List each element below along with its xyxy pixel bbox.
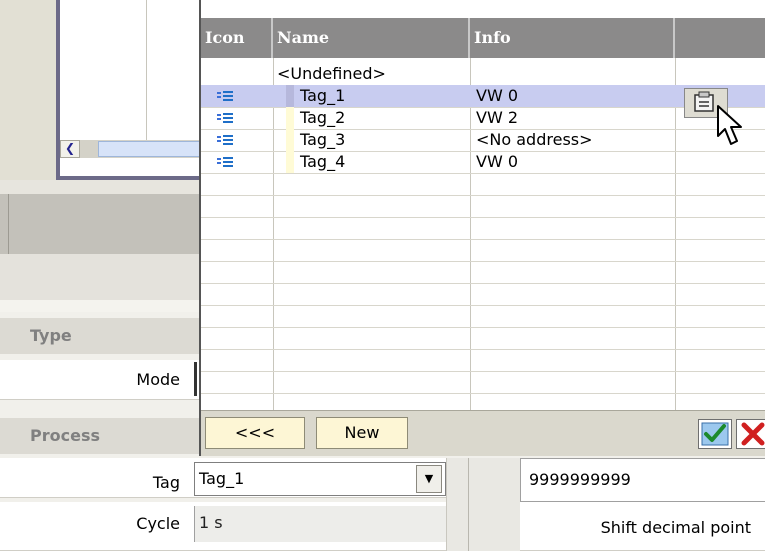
scrollbar-thumb[interactable] [98, 141, 200, 157]
panel-divider [8, 194, 9, 254]
new-tag-button[interactable]: New [316, 417, 408, 449]
tag-info: VW 2 [476, 108, 519, 127]
tag-name[interactable]: Tag_3 [300, 129, 345, 151]
cancel-button[interactable] [736, 419, 765, 449]
name-marker [286, 129, 294, 151]
close-icon [741, 422, 765, 446]
name-marker [286, 107, 294, 129]
panel-band [0, 194, 200, 254]
mode-field-edge[interactable] [194, 362, 197, 396]
mouse-cursor-icon [717, 105, 742, 145]
property-gutter [446, 458, 520, 551]
popup-top-edge [201, 0, 765, 18]
tag-info: VW 0 [476, 152, 519, 171]
value-field[interactable]: 9999999999 [520, 458, 765, 502]
mode-label: Mode [136, 370, 180, 389]
grid-row-line [201, 327, 765, 328]
tag-list-icon [217, 91, 233, 101]
tag-name[interactable]: Tag_1 [300, 85, 345, 107]
grid-row-line [201, 283, 765, 284]
cycle-label: Cycle [136, 514, 180, 533]
shift-decimal-label: Shift decimal point [600, 518, 751, 537]
tag-name[interactable]: Tag_2 [300, 107, 345, 129]
grid-row-line [201, 393, 765, 394]
grid-row-line [201, 239, 765, 240]
tag-info: VW 0 [476, 86, 519, 105]
column-header-icon[interactable]: Icon [201, 18, 273, 58]
panel-band [0, 300, 200, 312]
name-marker [286, 85, 294, 107]
panel-band [0, 180, 200, 194]
gutter-divider [468, 458, 469, 551]
undefined-entry[interactable]: <Undefined> [277, 63, 386, 85]
tag-list-icon [217, 135, 233, 145]
cycle-field[interactable]: 1 s [194, 506, 446, 542]
tag-name[interactable]: Tag_4 [300, 151, 345, 173]
back-button[interactable]: <<< [205, 417, 305, 449]
grid-row-line [201, 195, 765, 196]
checkmark-icon [701, 422, 729, 446]
tag-list-icon [217, 113, 233, 123]
panel-band [0, 254, 200, 300]
tag-list-icon [217, 157, 233, 167]
column-header-extra[interactable] [675, 18, 765, 58]
column-header-name[interactable]: Name [273, 18, 470, 58]
tag-select[interactable]: Tag_1 [194, 462, 446, 496]
section-type: Type [0, 318, 200, 354]
grid-row-line [201, 261, 765, 262]
name-marker [286, 151, 294, 173]
tag-info: <No address> [476, 130, 593, 149]
chevron-down-icon[interactable]: ▼ [416, 465, 442, 493]
grid-row-line [201, 305, 765, 306]
tag-label: Tag [152, 473, 180, 492]
ok-button[interactable] [698, 419, 732, 449]
grid-row-line [201, 173, 765, 174]
grid-row-line [201, 217, 765, 218]
column-divider [146, 0, 147, 140]
column-header-info[interactable]: Info [470, 18, 675, 58]
grid-row-line [201, 371, 765, 372]
scroll-left-icon[interactable]: ❮ [60, 140, 80, 158]
grid-row-line [201, 349, 765, 350]
